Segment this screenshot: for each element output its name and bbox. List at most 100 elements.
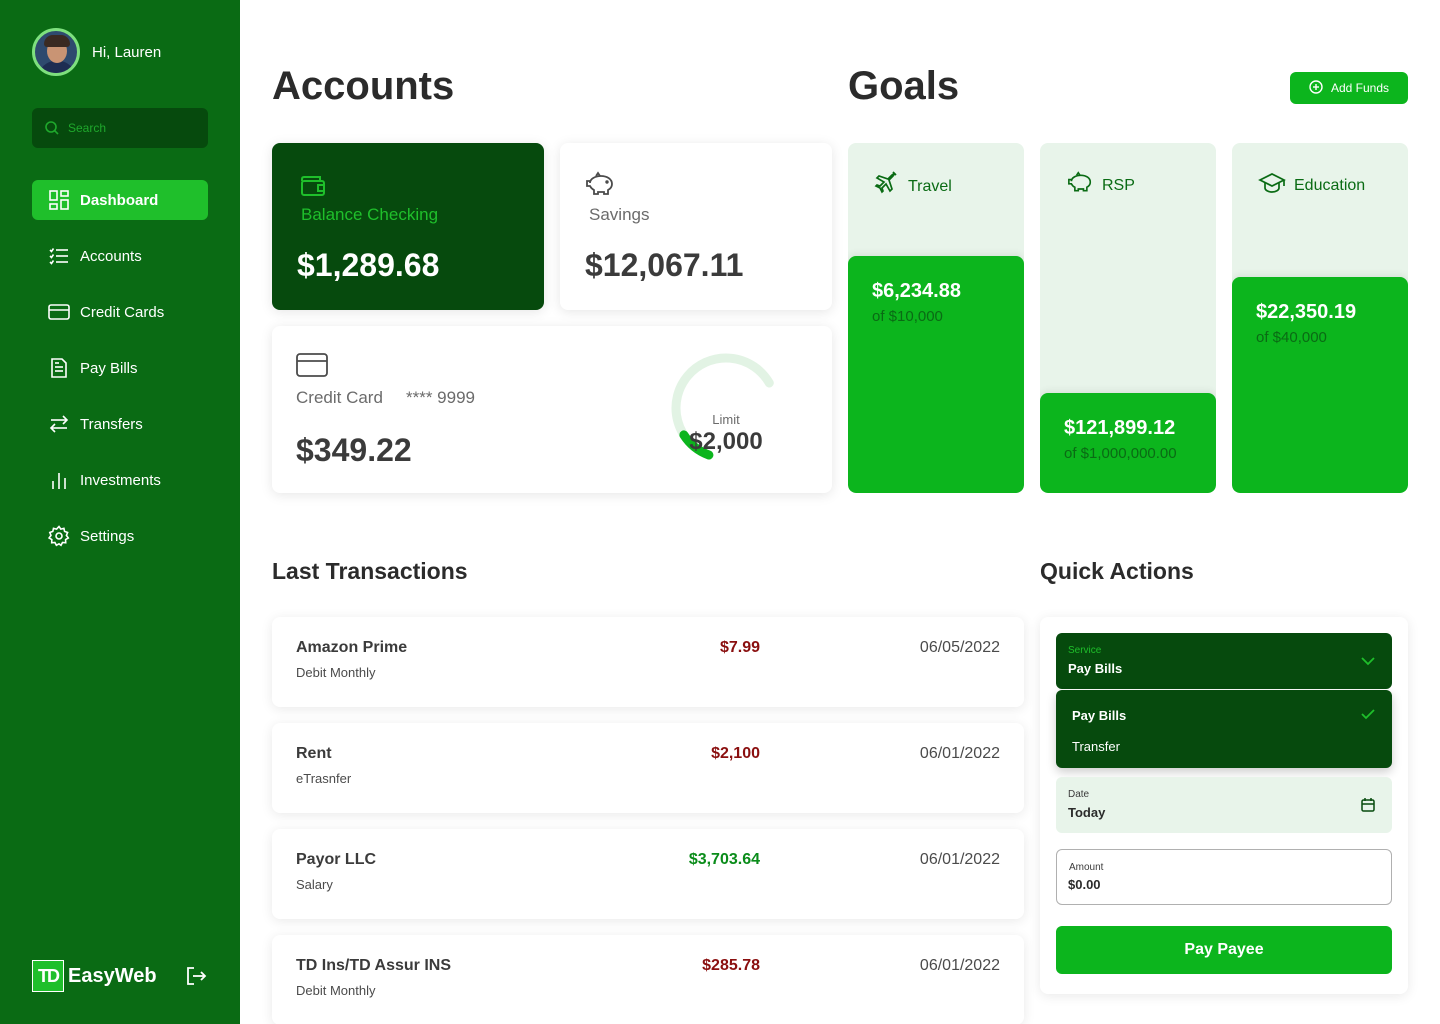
sidebar-item-accounts[interactable]: Accounts — [32, 236, 208, 276]
goal-header: RSP — [1066, 171, 1135, 200]
plus-circle-icon — [1309, 79, 1323, 97]
transaction-name: Payor LLC — [296, 851, 377, 868]
goal-label: RSP — [1102, 176, 1135, 194]
goal-label: Travel — [908, 177, 952, 195]
chevron-down-icon[interactable] — [1360, 653, 1376, 674]
logout-icon[interactable] — [184, 964, 208, 988]
transaction-date: 06/01/2022 — [919, 745, 1000, 762]
goal-progress-fill: $121,899.12 of $1,000,000.00 — [1040, 393, 1216, 493]
transfer-icon — [48, 413, 70, 435]
graduation-cap-icon — [1258, 171, 1286, 200]
dashboard-icon — [48, 189, 70, 211]
quick-actions-panel: Service Pay Bills Pay Bills Transfer Dat… — [1040, 617, 1408, 994]
limit-label: Limit — [712, 412, 740, 427]
sidebar: Hi, Lauren Dashboard Accounts Credit Car… — [0, 0, 240, 1024]
savings-amount: $12,067.11 — [585, 247, 744, 283]
goal-header: Travel — [874, 171, 952, 202]
check-icon — [1360, 706, 1376, 727]
goal-progress-fill: $22,350.19 of $40,000 — [1232, 277, 1408, 493]
goals-title: Goals — [848, 64, 960, 108]
sidebar-item-label: Dashboard — [80, 191, 159, 209]
search-box[interactable] — [32, 108, 208, 148]
transaction-name: Amazon Prime — [296, 639, 408, 656]
goal-value: $6,234.88 — [872, 280, 961, 302]
piggy-bank-icon — [584, 171, 616, 204]
td-logo: TD — [32, 960, 64, 992]
sidebar-item-label: Credit Cards — [80, 303, 165, 321]
transaction-row[interactable]: Amazon Prime Debit Monthly $7.99 06/05/2… — [272, 617, 1024, 707]
date-label: Date — [1068, 789, 1090, 800]
add-funds-button[interactable]: Add Funds — [1290, 72, 1408, 104]
wallet-icon — [300, 171, 328, 204]
transaction-row[interactable]: Payor LLC Salary $3,703.64 06/01/2022 — [272, 829, 1024, 919]
bar-chart-icon — [48, 469, 70, 491]
transaction-date: 06/01/2022 — [919, 957, 1000, 974]
accounts-title: Accounts — [272, 64, 455, 108]
transactions-title: Last Transactions — [272, 558, 468, 584]
goal-header: Education — [1258, 171, 1365, 200]
credit-card-balance: $349.22 — [296, 432, 412, 468]
credit-card-label: Credit Card — [296, 388, 383, 407]
transaction-date: 06/01/2022 — [919, 851, 1000, 868]
date-field[interactable]: Date Today — [1056, 777, 1392, 833]
search-input[interactable] — [68, 121, 198, 135]
sidebar-item-investments[interactable]: Investments — [32, 460, 208, 500]
goal-label: Education — [1294, 176, 1366, 194]
list-icon — [48, 245, 70, 267]
transaction-type: eTrasnfer — [296, 771, 352, 786]
checking-label: Balance Checking — [301, 205, 439, 224]
user-profile[interactable]: Hi, Lauren — [32, 28, 161, 76]
transaction-type: Salary — [296, 877, 333, 892]
goal-card-rsp[interactable]: RSP $121,899.12 of $1,000,000.00 — [1040, 143, 1216, 493]
sidebar-nav: Dashboard Accounts Credit Cards Pay Bill… — [32, 180, 208, 572]
sidebar-item-pay-bills[interactable]: Pay Bills — [32, 348, 208, 388]
transaction-name: Rent — [296, 745, 332, 762]
limit-value: $2,000 — [689, 428, 763, 455]
add-funds-label: Add Funds — [1330, 81, 1390, 95]
sidebar-item-label: Investments — [80, 471, 161, 489]
service-option-transfer[interactable]: Transfer — [1072, 739, 1120, 754]
service-option-pay-bills[interactable]: Pay Bills — [1072, 708, 1126, 723]
transaction-type: Debit Monthly — [296, 665, 376, 680]
amount-field[interactable]: Amount — [1056, 849, 1392, 905]
transaction-amount: $3,703.64 — [688, 851, 760, 868]
airplane-icon — [874, 171, 900, 202]
sidebar-item-label: Accounts — [80, 247, 142, 265]
pay-payee-button[interactable]: Pay Payee — [1056, 926, 1392, 974]
date-value: Today — [1068, 805, 1106, 820]
credit-limit-gauge: Limit $2,000 — [656, 350, 796, 470]
service-dropdown: Pay Bills Transfer — [1056, 690, 1392, 768]
calendar-icon[interactable] — [1360, 797, 1376, 818]
checking-amount: $1,289.68 — [297, 247, 440, 283]
savings-account-card[interactable]: Savings $12,067.11 — [560, 143, 832, 310]
goal-value: $22,350.19 — [1256, 301, 1357, 323]
goal-target: of $1,000,000.00 — [1064, 445, 1177, 462]
sidebar-item-transfers[interactable]: Transfers — [32, 404, 208, 444]
goal-target: of $10,000 — [872, 308, 943, 325]
search-icon — [44, 120, 60, 136]
transaction-row[interactable]: TD Ins/TD Assur INS Debit Monthly $285.7… — [272, 935, 1024, 1024]
transaction-name: TD Ins/TD Assur INS — [296, 957, 451, 974]
sidebar-item-dashboard[interactable]: Dashboard — [32, 180, 208, 220]
checking-account-card[interactable]: Balance Checking $1,289.68 — [272, 143, 544, 310]
amount-input[interactable] — [1068, 877, 1368, 892]
transaction-amount: $2,100 — [711, 745, 760, 762]
avatar[interactable] — [32, 28, 80, 76]
goal-target: of $40,000 — [1256, 329, 1327, 346]
transaction-amount: $285.78 — [702, 957, 760, 974]
goal-card-travel[interactable]: Travel $6,234.88 of $10,000 — [848, 143, 1024, 493]
goal-card-education[interactable]: Education $22,350.19 of $40,000 — [1232, 143, 1408, 493]
brand[interactable]: TD EasyWeb — [32, 960, 157, 992]
goal-progress-fill: $6,234.88 of $10,000 — [848, 256, 1024, 493]
service-value: Pay Bills — [1068, 661, 1123, 676]
service-select[interactable]: Service Pay Bills — [1056, 633, 1392, 689]
credit-card-account-card[interactable]: Credit Card **** 9999 $349.22 Limit $2,0… — [272, 326, 832, 493]
brand-name: EasyWeb — [68, 964, 157, 987]
transaction-row[interactable]: Rent eTrasnfer $2,100 06/01/2022 — [272, 723, 1024, 813]
sidebar-item-credit-cards[interactable]: Credit Cards — [32, 292, 208, 332]
credit-card-icon — [48, 301, 70, 323]
transaction-amount: $7.99 — [719, 639, 760, 656]
savings-label: Savings — [589, 205, 650, 224]
user-greeting: Hi, Lauren — [92, 43, 162, 61]
sidebar-item-settings[interactable]: Settings — [32, 516, 208, 556]
